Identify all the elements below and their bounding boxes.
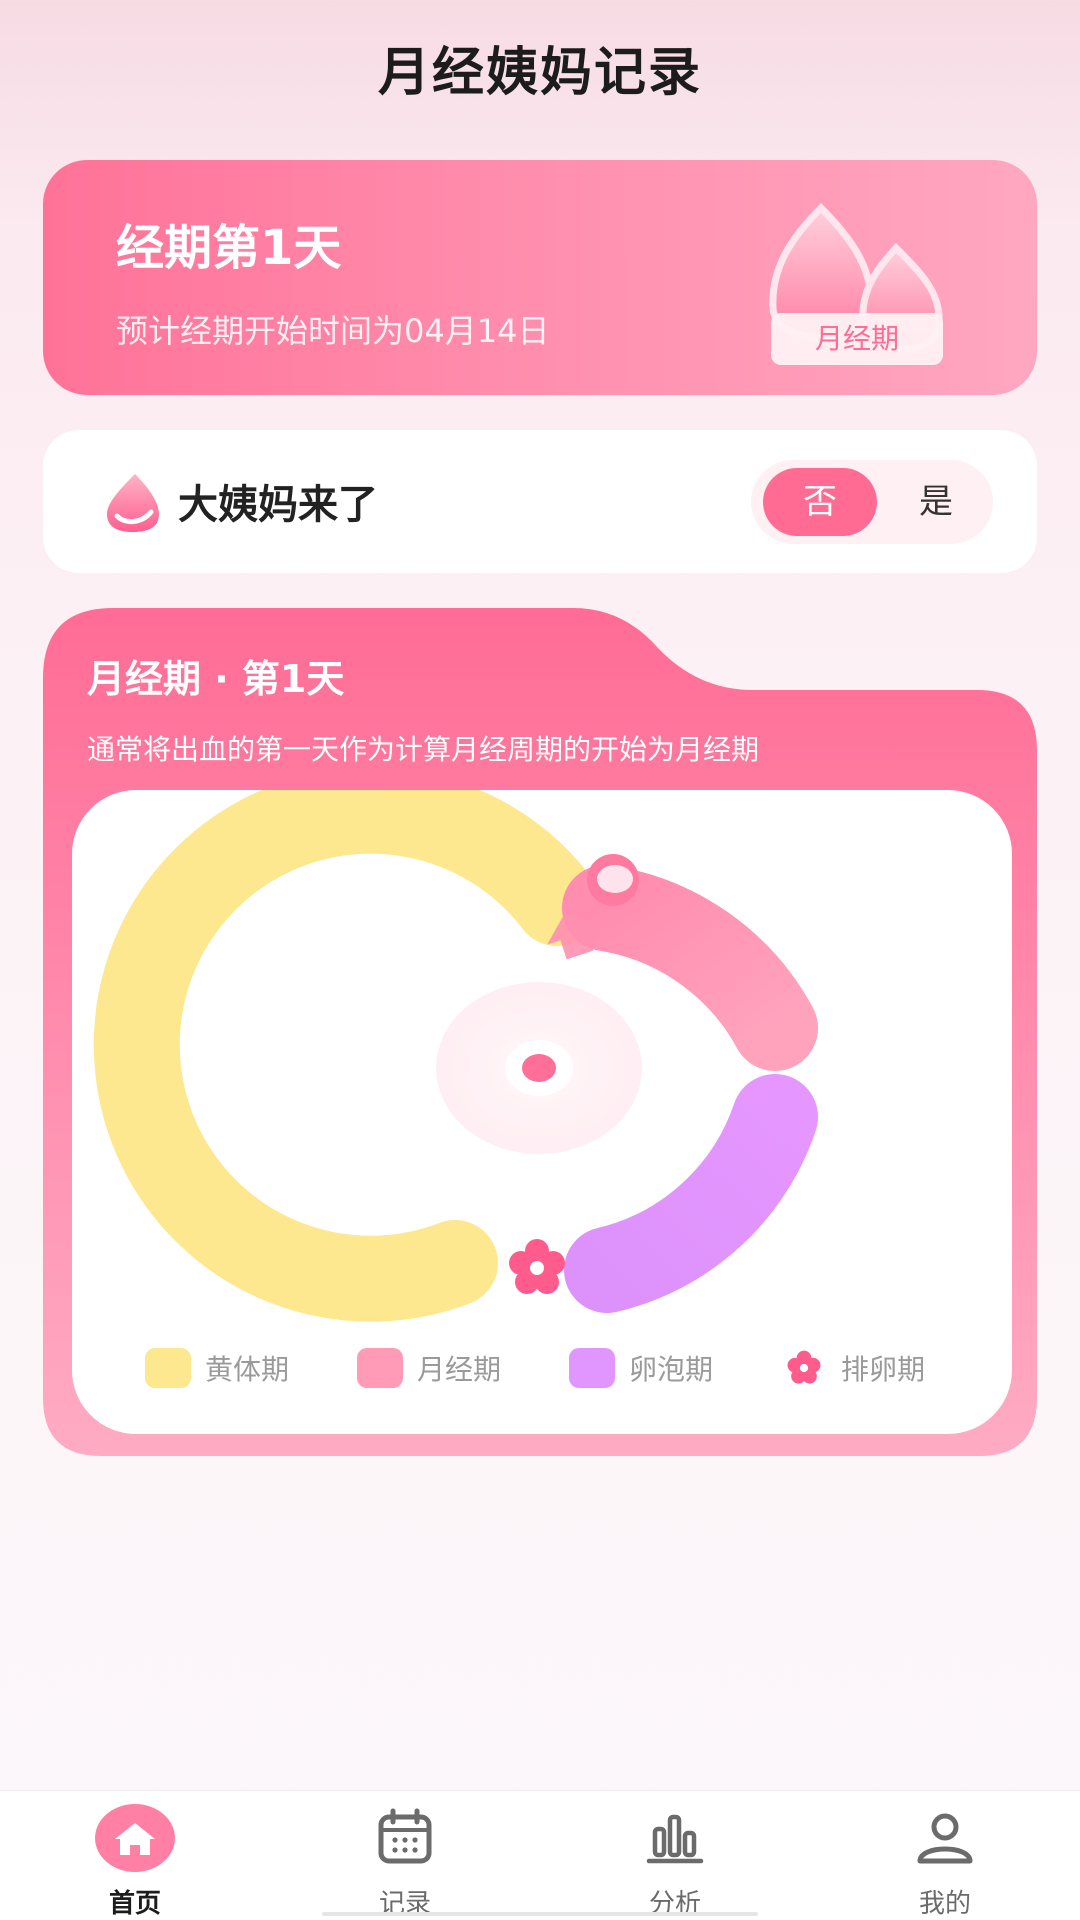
legend-swatch-luteal bbox=[145, 1348, 191, 1388]
bottom-navigation: 首页 记录 分析 我的 bbox=[0, 1790, 1080, 1920]
legend-label-ovulation: 排卵期 bbox=[841, 1353, 926, 1386]
cycle-phase-description: 通常将出血的第一天作为计算月经周期的开始为月经期 bbox=[87, 733, 760, 766]
cycle-center-dot bbox=[522, 1054, 556, 1082]
page-title: 月经姨妈记录 bbox=[377, 43, 702, 103]
calendar-icon bbox=[378, 1808, 432, 1864]
cycle-ring-diagram bbox=[93, 790, 818, 1322]
legend-item-follicular: 卵泡期 bbox=[569, 1346, 713, 1390]
legend-item-luteal: 黄体期 bbox=[145, 1346, 289, 1390]
cycle-legend: 黄体期 月经期 卵泡期 排卵期 bbox=[72, 1346, 1012, 1396]
expected-start-text: 预计经期开始时间为04月14日 bbox=[116, 312, 550, 350]
home-icon bbox=[95, 1804, 175, 1872]
menstrual-phase-arc bbox=[562, 865, 818, 1071]
period-arrived-toggle[interactable]: 否 是 bbox=[751, 460, 993, 544]
period-status-card[interactable]: 经期第1天 预计经期开始时间为04月14日 月经期 bbox=[43, 160, 1037, 395]
cycle-phase-title: 月经期 · 第1天 bbox=[87, 657, 345, 701]
legend-item-ovulation: 排卵期 bbox=[781, 1346, 925, 1390]
period-arrived-label: 大姨妈来了 bbox=[178, 482, 378, 528]
nav-label-home: 首页 bbox=[108, 1889, 161, 1919]
blood-drop-icon bbox=[107, 474, 159, 532]
nav-item-profile[interactable]: 我的 bbox=[810, 1791, 1080, 1920]
legend-swatch-menstrual bbox=[357, 1348, 403, 1388]
bar-chart-icon bbox=[646, 1814, 704, 1864]
cycle-chart-panel: 黄体期 月经期 卵泡期 排卵期 bbox=[72, 790, 1012, 1434]
legend-label-luteal: 黄体期 bbox=[205, 1353, 290, 1386]
flower-icon bbox=[787, 1350, 821, 1384]
legend-label-menstrual: 月经期 bbox=[417, 1353, 502, 1386]
current-day-marker bbox=[587, 854, 639, 906]
period-phase-badge: 月经期 bbox=[771, 313, 943, 365]
cycle-card: 月经期 · 第1天 通常将出血的第一天作为计算月经周期的开始为月经期 黄体期 月… bbox=[43, 608, 1037, 1456]
period-arrival-card: 大姨妈来了 否 是 bbox=[43, 430, 1037, 573]
nav-label-profile: 我的 bbox=[918, 1889, 971, 1919]
toggle-option-no[interactable]: 否 bbox=[763, 468, 877, 536]
legend-item-menstrual: 月经期 bbox=[357, 1346, 501, 1390]
legend-label-follicular: 卵泡期 bbox=[629, 1353, 714, 1386]
home-indicator bbox=[322, 1912, 758, 1916]
nav-item-home[interactable]: 首页 bbox=[0, 1791, 270, 1920]
water-drops-icon bbox=[769, 203, 943, 353]
nav-item-analysis[interactable]: 分析 bbox=[540, 1791, 810, 1920]
user-icon bbox=[917, 1813, 973, 1864]
toggle-option-yes[interactable]: 是 bbox=[891, 468, 981, 536]
legend-swatch-follicular bbox=[569, 1348, 615, 1388]
ovulation-flower-icon bbox=[509, 1239, 565, 1294]
follicular-phase-arc bbox=[564, 1074, 818, 1313]
period-day-title: 经期第1天 bbox=[116, 220, 342, 276]
nav-item-records[interactable]: 记录 bbox=[270, 1791, 540, 1920]
